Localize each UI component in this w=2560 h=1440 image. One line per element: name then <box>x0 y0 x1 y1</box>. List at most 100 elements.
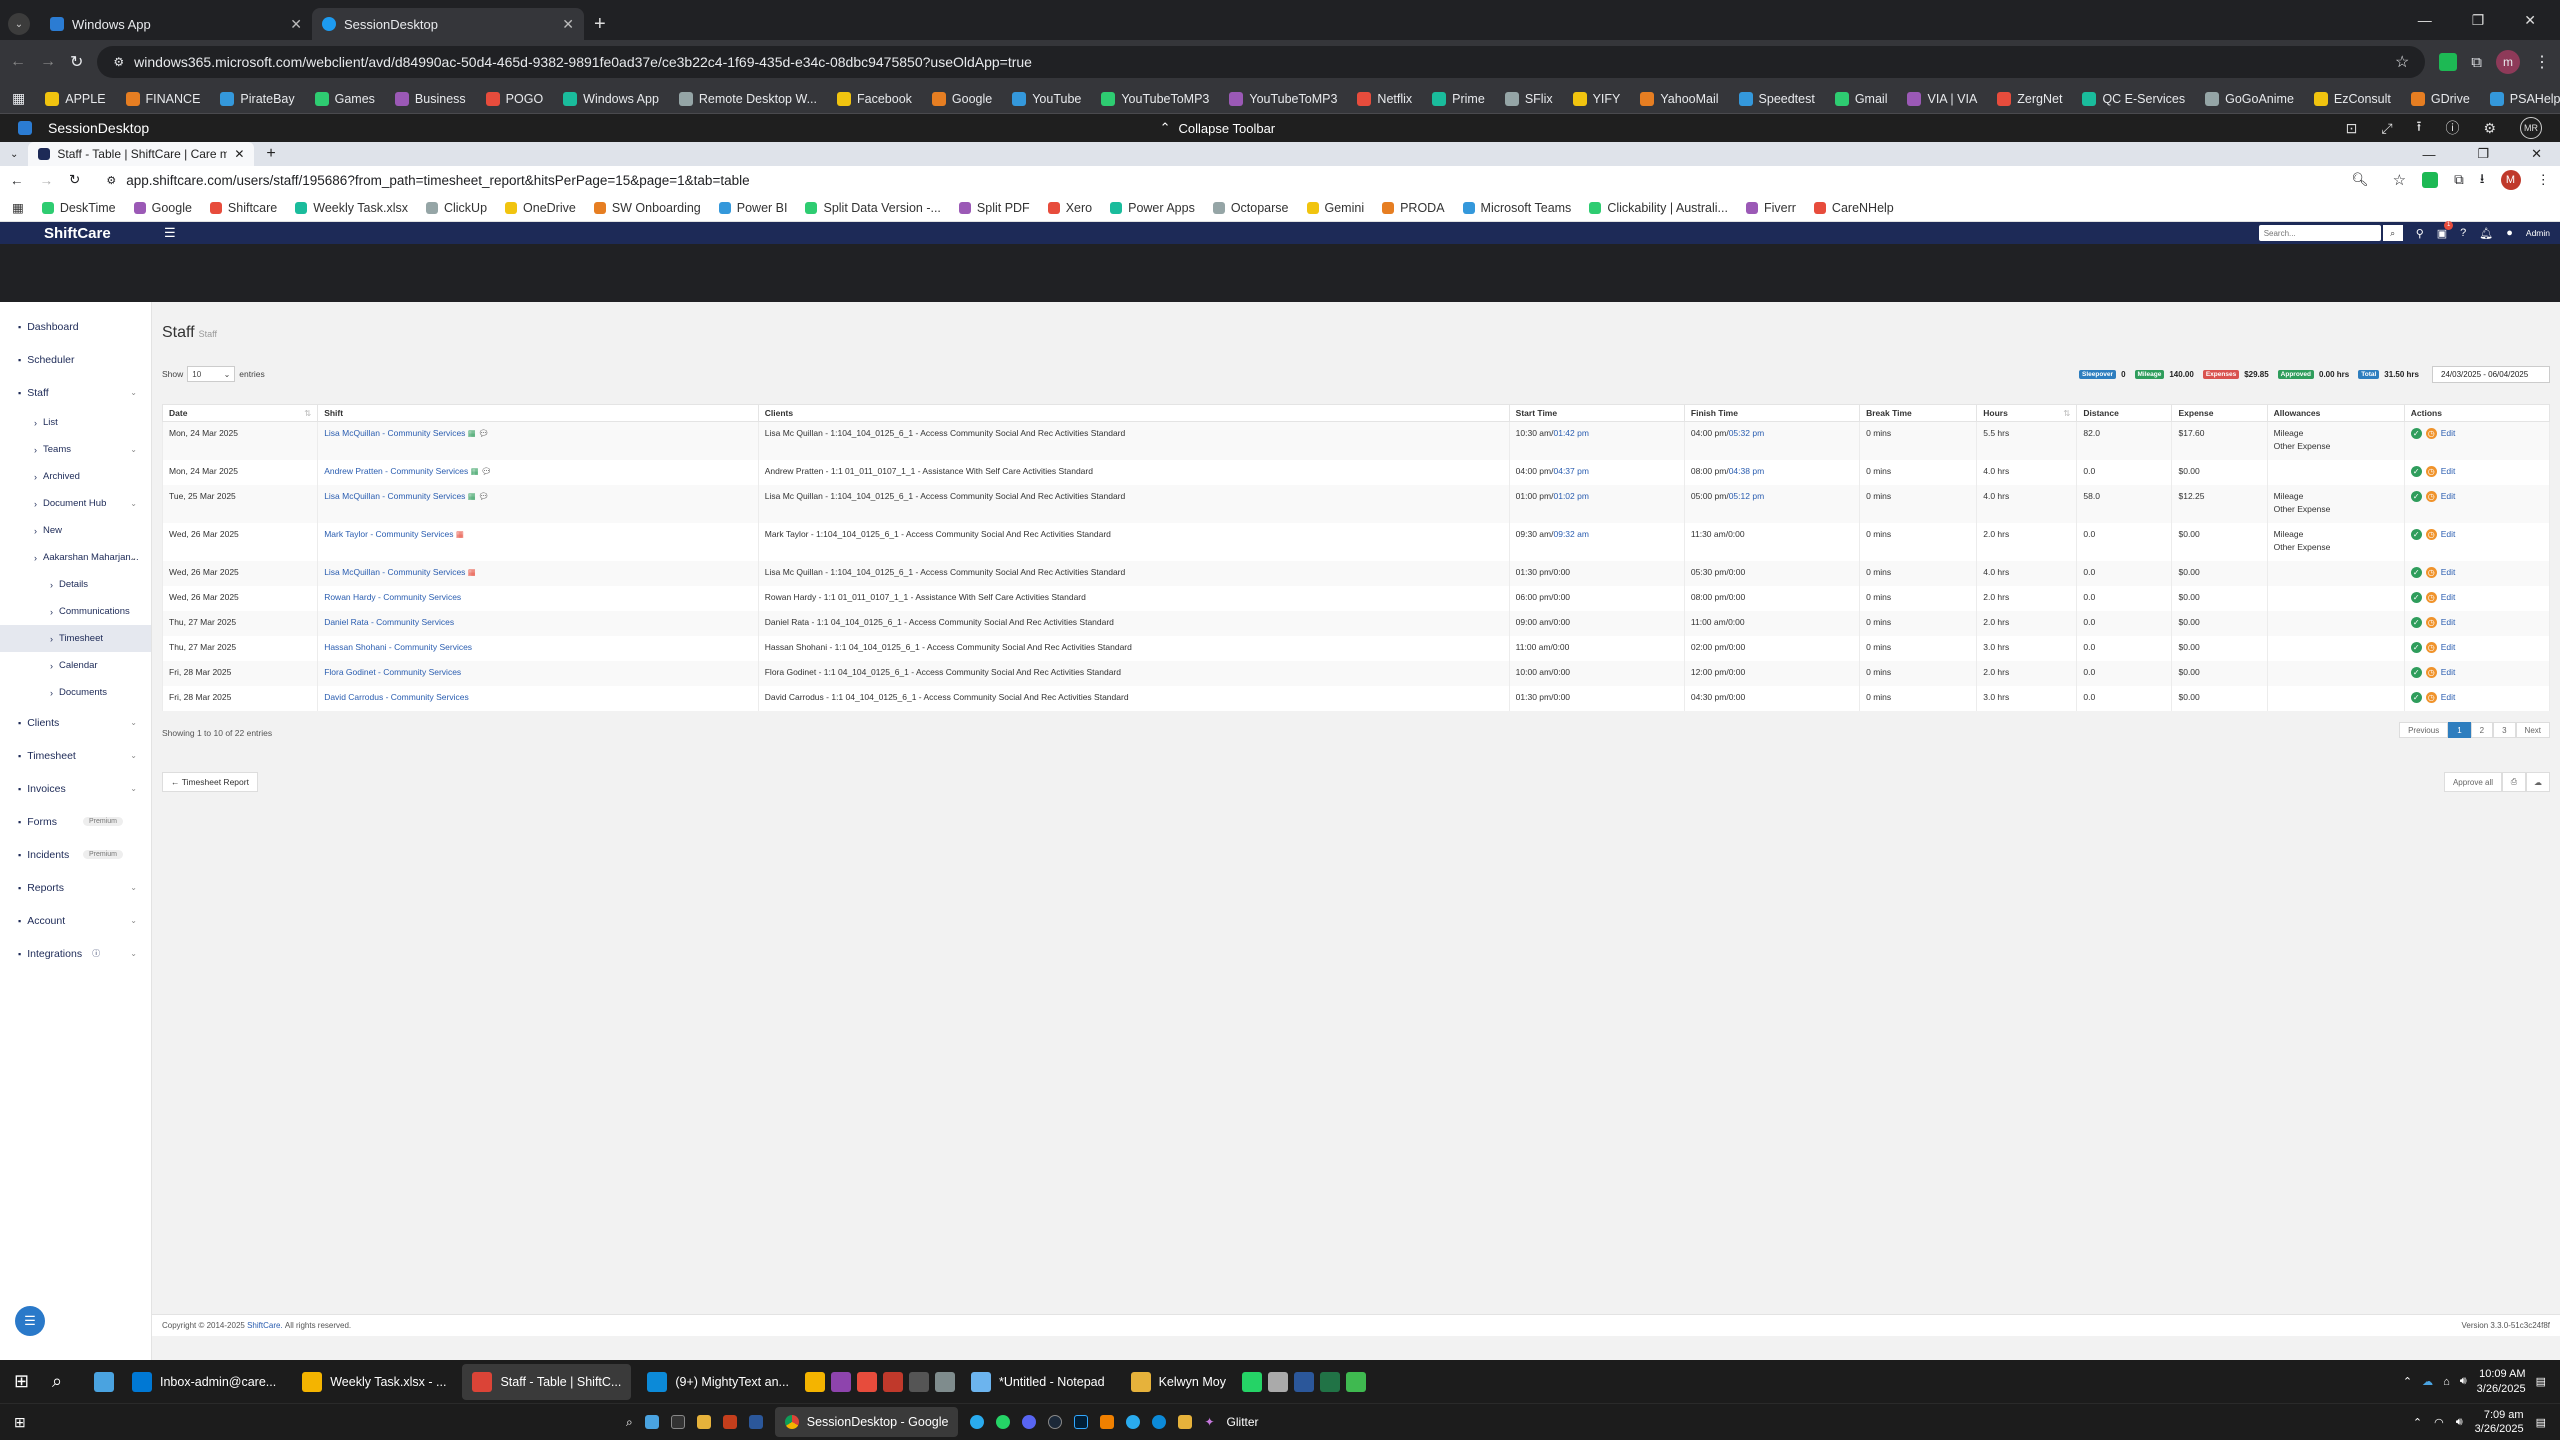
bookmark-item[interactable]: Power Apps <box>1110 201 1195 215</box>
new-tab-button[interactable]: + <box>266 145 275 163</box>
wifi-icon[interactable]: ◠ <box>2434 1416 2444 1429</box>
approve-icon[interactable]: ✓ <box>2410 566 2422 578</box>
bookmark-item[interactable]: Fiverr <box>1745 201 1796 215</box>
profile-avatar[interactable]: m <box>2496 50 2520 74</box>
collapse-toolbar-button[interactable]: ⌃ Collapse Toolbar <box>1160 120 1276 136</box>
bookmark-item[interactable]: Split Data Version -... <box>805 201 941 215</box>
pinned-app-icon[interactable] <box>1241 1371 1262 1392</box>
clock-icon[interactable]: ◷ <box>2425 490 2437 502</box>
next-page-button[interactable]: Next <box>2515 722 2550 738</box>
bookmark-item[interactable]: CareNHelp <box>1813 201 1894 215</box>
close-icon[interactable]: ✕ <box>290 16 302 33</box>
column-header-allowances[interactable]: Allowances <box>2266 404 2405 422</box>
bell-icon[interactable]: 🔔︎ <box>2479 227 2493 240</box>
search-icon[interactable]: ⌕ <box>52 1371 86 1392</box>
column-header-hours[interactable]: Hours ⇅ <box>1976 404 2078 422</box>
terminal-icon[interactable] <box>670 1415 685 1429</box>
sidebar-item-forms[interactable]: ▪ Forms Premium <box>0 805 151 838</box>
clock-icon[interactable]: ◷ <box>2425 566 2437 578</box>
help-icon[interactable]: ? <box>2460 227 2466 239</box>
bookmark-item[interactable]: GoGoAnime <box>2205 91 2294 106</box>
approve-icon[interactable]: ✓ <box>2410 490 2422 502</box>
close-window-icon[interactable]: ✕ <box>2524 12 2536 29</box>
hamburger-menu-icon[interactable]: ☰ <box>164 225 176 241</box>
inner-tab-staff-table[interactable]: Staff - Table | ShiftCare | Care m ✕ <box>28 142 255 166</box>
approve-icon[interactable]: ✓ <box>2410 528 2422 540</box>
back-icon[interactable]: ← <box>10 173 24 188</box>
pinned-app-icon[interactable] <box>882 1371 903 1392</box>
start-windows-icon[interactable]: ⊞ <box>14 1371 44 1392</box>
bookmark-item[interactable]: Games <box>314 91 375 106</box>
discord-icon[interactable] <box>1022 1415 1037 1429</box>
clock-icon[interactable]: ◷ <box>2425 591 2437 603</box>
bookmark-item[interactable]: Prime <box>1432 91 1485 106</box>
comment-icon[interactable]: 💬︎ <box>476 428 489 438</box>
file-explorer-icon[interactable] <box>696 1415 711 1429</box>
comment-icon[interactable]: 💬︎ <box>476 491 489 501</box>
tray-chevron-icon[interactable]: ⌃ <box>2403 1375 2412 1388</box>
print-icon[interactable]: ⎙ <box>2502 772 2526 792</box>
onedrive-icon[interactable]: ☁ <box>2422 1375 2433 1388</box>
bookmark-item[interactable]: PSAHelpLine <box>2489 91 2560 106</box>
menu-kebab-icon[interactable]: ⋮ <box>2537 172 2551 188</box>
edit-link[interactable]: Edit <box>2441 427 2456 440</box>
photoshop-icon[interactable] <box>1074 1415 1089 1429</box>
bookmark-item[interactable]: YouTubeToMP3 <box>1101 91 1209 106</box>
shift-link[interactable]: Mark Taylor - Community Services <box>324 529 453 539</box>
shift-link[interactable]: Andrew Pratten - Community Services <box>324 466 468 476</box>
bookmark-item[interactable]: Clickability | Australi... <box>1589 201 1728 215</box>
outer-clock[interactable]: 7:09 am 3/26/2025 <box>2475 1408 2524 1436</box>
shift-link[interactable]: Hassan Shohani - Community Services <box>324 642 472 652</box>
page-1-button[interactable]: 1 <box>2448 722 2471 738</box>
search-icon[interactable]: ⌕ <box>2382 225 2403 241</box>
edit-link[interactable]: Edit <box>2441 465 2456 478</box>
edit-link[interactable]: Edit <box>2441 490 2456 503</box>
admin-label[interactable]: Admin <box>2526 228 2550 238</box>
bookmark-item[interactable]: PirateBay <box>220 91 295 106</box>
extension-icon[interactable] <box>2422 172 2439 188</box>
bookmark-item[interactable]: Remote Desktop W... <box>678 91 817 106</box>
bookmark-item[interactable]: EzConsult <box>2313 91 2391 106</box>
sidebar-item-reports[interactable]: ▪ Reports ⌄ <box>0 871 151 904</box>
bookmark-item[interactable]: Facebook <box>837 91 912 106</box>
settings-gear-icon[interactable]: ⚙ <box>2483 120 2496 137</box>
shift-link[interactable]: Rowan Hardy - Community Services <box>324 592 461 602</box>
cloud-download-icon[interactable]: ☁ <box>2526 772 2550 792</box>
taskbar-app[interactable]: (9+) MightyText an... <box>637 1364 799 1400</box>
tab-search-icon[interactable]: ⌄ <box>8 13 30 35</box>
admin-avatar-icon[interactable]: ● <box>2506 227 2513 239</box>
forward-icon[interactable]: → <box>40 53 56 71</box>
pinned-app-icon[interactable] <box>856 1371 877 1392</box>
column-header-break-time[interactable]: Break Time <box>1859 404 1978 422</box>
edit-link[interactable]: Edit <box>2441 641 2456 654</box>
bookmark-item[interactable]: Gemini <box>1306 201 1364 215</box>
shift-link[interactable]: Flora Godinet - Community Services <box>324 667 461 677</box>
extensions-puzzle-icon[interactable]: ⧉ <box>2454 172 2464 188</box>
new-tab-button[interactable]: + <box>594 13 606 36</box>
bookmark-item[interactable]: Windows App <box>563 91 659 106</box>
bookmark-item[interactable]: Power BI <box>718 201 787 215</box>
pinned-app-icon[interactable] <box>1267 1371 1288 1392</box>
bookmark-item[interactable]: Netflix <box>1357 91 1412 106</box>
file-explorer-icon[interactable] <box>94 1371 114 1392</box>
bookmark-item[interactable]: FINANCE <box>125 91 200 106</box>
inner-url-field[interactable]: ⚙ app.shiftcare.com/users/staff/195686?f… <box>96 168 2406 192</box>
outer-tab-windows-app[interactable]: Windows App ✕ <box>40 8 312 40</box>
restore-icon[interactable]: ❐ <box>2477 146 2489 162</box>
notifications-icon[interactable]: ▤ <box>2536 1416 2546 1429</box>
menu-kebab-icon[interactable]: ⋮ <box>2534 52 2550 72</box>
extension-icon[interactable] <box>2439 53 2458 71</box>
sidebar-item-scheduler[interactable]: ▪ Scheduler <box>0 343 151 376</box>
shift-link[interactable]: Lisa McQuillan - Community Services <box>324 491 465 501</box>
bookmark-item[interactable]: DeskTime <box>41 201 116 215</box>
shift-link[interactable]: David Carrodus - Community Services <box>324 692 469 702</box>
bookmark-item[interactable]: POGO <box>485 91 543 106</box>
sidebar-item-timesheet[interactable]: ▪ Timesheet ⌄ <box>0 739 151 772</box>
zoom-icon[interactable]: 🔍︎ <box>2352 172 2369 188</box>
back-icon[interactable]: ← <box>10 53 26 71</box>
bookmark-item[interactable]: Xero <box>1047 201 1092 215</box>
page-3-button[interactable]: 3 <box>2493 722 2516 738</box>
glitter-label[interactable]: Glitter <box>1227 1415 1259 1429</box>
forward-icon[interactable]: → <box>40 173 54 188</box>
sidebar-item-timesheet[interactable]: › Timesheet <box>0 625 151 652</box>
